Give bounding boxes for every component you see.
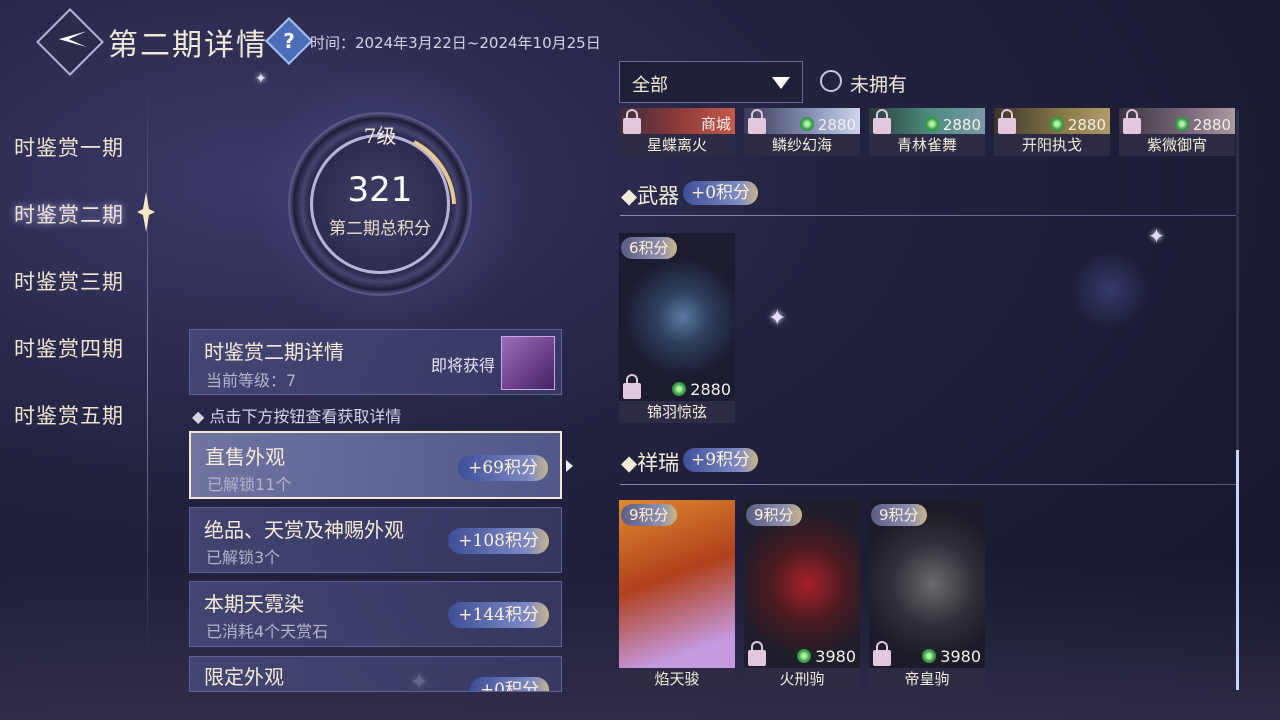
selected-arrow-icon (566, 460, 573, 472)
upcoming-reward-label: 即将获得 (430, 356, 495, 375)
item-card[interactable]: 2880 鳞纱幻海 (744, 108, 860, 156)
item-price: 2880 (799, 116, 856, 134)
item-price: 2880 (924, 116, 981, 134)
upcoming-reward-thumb[interactable] (501, 336, 555, 390)
lock-icon (998, 109, 1016, 134)
jade-coin-icon (1174, 117, 1189, 131)
category-sub: 已消耗4个天赏石 (206, 622, 329, 641)
item-points-badge: 9积分 (746, 504, 802, 526)
item-name: 鳞纱幻海 (744, 134, 860, 156)
nav-divider (147, 80, 148, 660)
item-price: 商城 (700, 115, 731, 133)
active-marker-icon (137, 192, 155, 232)
item-price: 2880 (1174, 116, 1231, 134)
category-title: 本期天霓染 (204, 592, 304, 616)
item-card[interactable]: 2880 青林雀舞 (869, 108, 985, 156)
section-points-badge: +9积分 (683, 448, 759, 472)
chevron-down-icon (772, 77, 790, 89)
unowned-label[interactable]: 未拥有 (850, 70, 907, 97)
page-title: 第二期详情 (108, 28, 268, 63)
question-icon[interactable]: ? (264, 16, 314, 66)
lock-icon (1123, 109, 1141, 134)
lock-icon (623, 109, 641, 134)
event-time: 时间：2024年3月22日~2024年10月25日 (310, 34, 601, 52)
lock-icon (873, 641, 891, 666)
category-title: 直售外观 (205, 445, 285, 469)
mount-card[interactable]: 9积分 3980 帝皇驹 (869, 500, 985, 690)
lock-icon (623, 374, 641, 399)
jade-coin-icon (799, 117, 814, 131)
item-price: 3980 (797, 647, 856, 666)
mount-card[interactable]: 9积分 3980 火刑驹 (744, 500, 860, 690)
back-button[interactable] (36, 8, 104, 76)
item-name: 开阳执戈 (994, 134, 1110, 156)
nav-item-period-5[interactable]: 时鉴赏五期 (14, 400, 124, 430)
lock-icon (748, 109, 766, 134)
item-card[interactable]: 商城 星蝶离火 (619, 108, 735, 156)
category-points-badge: +69积分 (458, 455, 548, 481)
jade-coin-icon (672, 382, 687, 396)
category-premium[interactable]: 绝品、天赏及神赐外观 已解锁3个 +108积分 (189, 507, 562, 573)
sparkle-icon: ✦ (768, 306, 787, 331)
unowned-checkbox[interactable] (820, 70, 842, 92)
lock-icon (873, 109, 891, 134)
total-score: 321 (347, 170, 413, 210)
filter-dropdown[interactable]: 全部 (619, 61, 803, 103)
item-name: 火刑驹 (744, 668, 860, 690)
section-divider (620, 215, 1236, 216)
item-name: 紫微御宵 (1119, 134, 1235, 156)
item-points-badge: 9积分 (621, 504, 677, 526)
weapon-card[interactable]: 6积分 2880 锦羽惊弦 (619, 233, 735, 423)
item-name: 锦羽惊弦 (619, 401, 735, 423)
category-points-badge: +108积分 (448, 528, 549, 554)
item-price: 2880 (1049, 116, 1106, 134)
category-points-badge: +0积分 (469, 677, 549, 691)
category-title: 绝品、天赏及神赐外观 (204, 518, 404, 542)
nav-item-period-2[interactable]: 时鉴赏二期 (14, 199, 124, 229)
item-card[interactable]: 2880 紫微御宵 (1119, 108, 1235, 156)
filter-selected: 全部 (632, 75, 668, 96)
total-score-label: 第二期总积分 (329, 219, 431, 239)
category-points-badge: +144积分 (448, 602, 549, 628)
item-name: 焰天骏 (619, 668, 735, 690)
period-detail-title: 时鉴赏二期详情 (204, 340, 344, 364)
item-card[interactable]: 2880 开阳执戈 (994, 108, 1110, 156)
jade-coin-icon (922, 649, 937, 663)
category-limited[interactable]: 限定外观 +0积分 (189, 656, 562, 692)
category-direct-sale[interactable]: 直售外观 已解锁11个 +69积分 (189, 431, 562, 499)
current-level: 当前等级：7 (206, 371, 297, 390)
back-arrow-icon (58, 31, 87, 48)
jade-coin-icon (797, 649, 812, 663)
category-sub: 已解锁3个 (206, 548, 281, 567)
nav-item-period-1[interactable]: 时鉴赏一期 (14, 132, 124, 162)
level-label: 7级 (363, 124, 397, 148)
item-name: 帝皇驹 (869, 668, 985, 690)
section-divider (620, 484, 1236, 485)
category-sub: 已解锁11个 (207, 475, 292, 494)
category-dye[interactable]: 本期天霓染 已消耗4个天赏石 +144积分 (189, 581, 562, 647)
item-price: 2880 (672, 380, 731, 399)
lock-icon (748, 641, 766, 666)
nav-item-period-4[interactable]: 时鉴赏四期 (14, 333, 124, 363)
item-points-badge: 6积分 (621, 237, 677, 259)
nav-item-period-3[interactable]: 时鉴赏三期 (14, 266, 124, 296)
section-points-badge: +0积分 (683, 181, 759, 205)
hint-text: ◆ 点击下方按钮查看获取详情 (192, 407, 402, 426)
sparkle-icon: ✦ (1148, 224, 1165, 248)
scrollbar-thumb[interactable] (1236, 450, 1239, 690)
period-detail-panel[interactable]: 时鉴赏二期详情 当前等级：7 即将获得 (189, 329, 562, 395)
jade-coin-icon (1049, 117, 1064, 131)
section-title-mounts: ◆祥瑞 (621, 451, 680, 475)
item-name: 青林雀舞 (869, 134, 985, 156)
sparkle-icon: ✦ (255, 71, 267, 87)
item-points-badge: 9积分 (871, 504, 927, 526)
jade-coin-icon (924, 117, 939, 131)
section-title-weapons: ◆武器 (621, 184, 680, 208)
item-name: 星蝶离火 (619, 134, 735, 156)
item-price: 3980 (922, 647, 981, 666)
category-title: 限定外观 (204, 665, 284, 689)
mount-card[interactable]: 9积分 焰天骏 (619, 500, 735, 690)
